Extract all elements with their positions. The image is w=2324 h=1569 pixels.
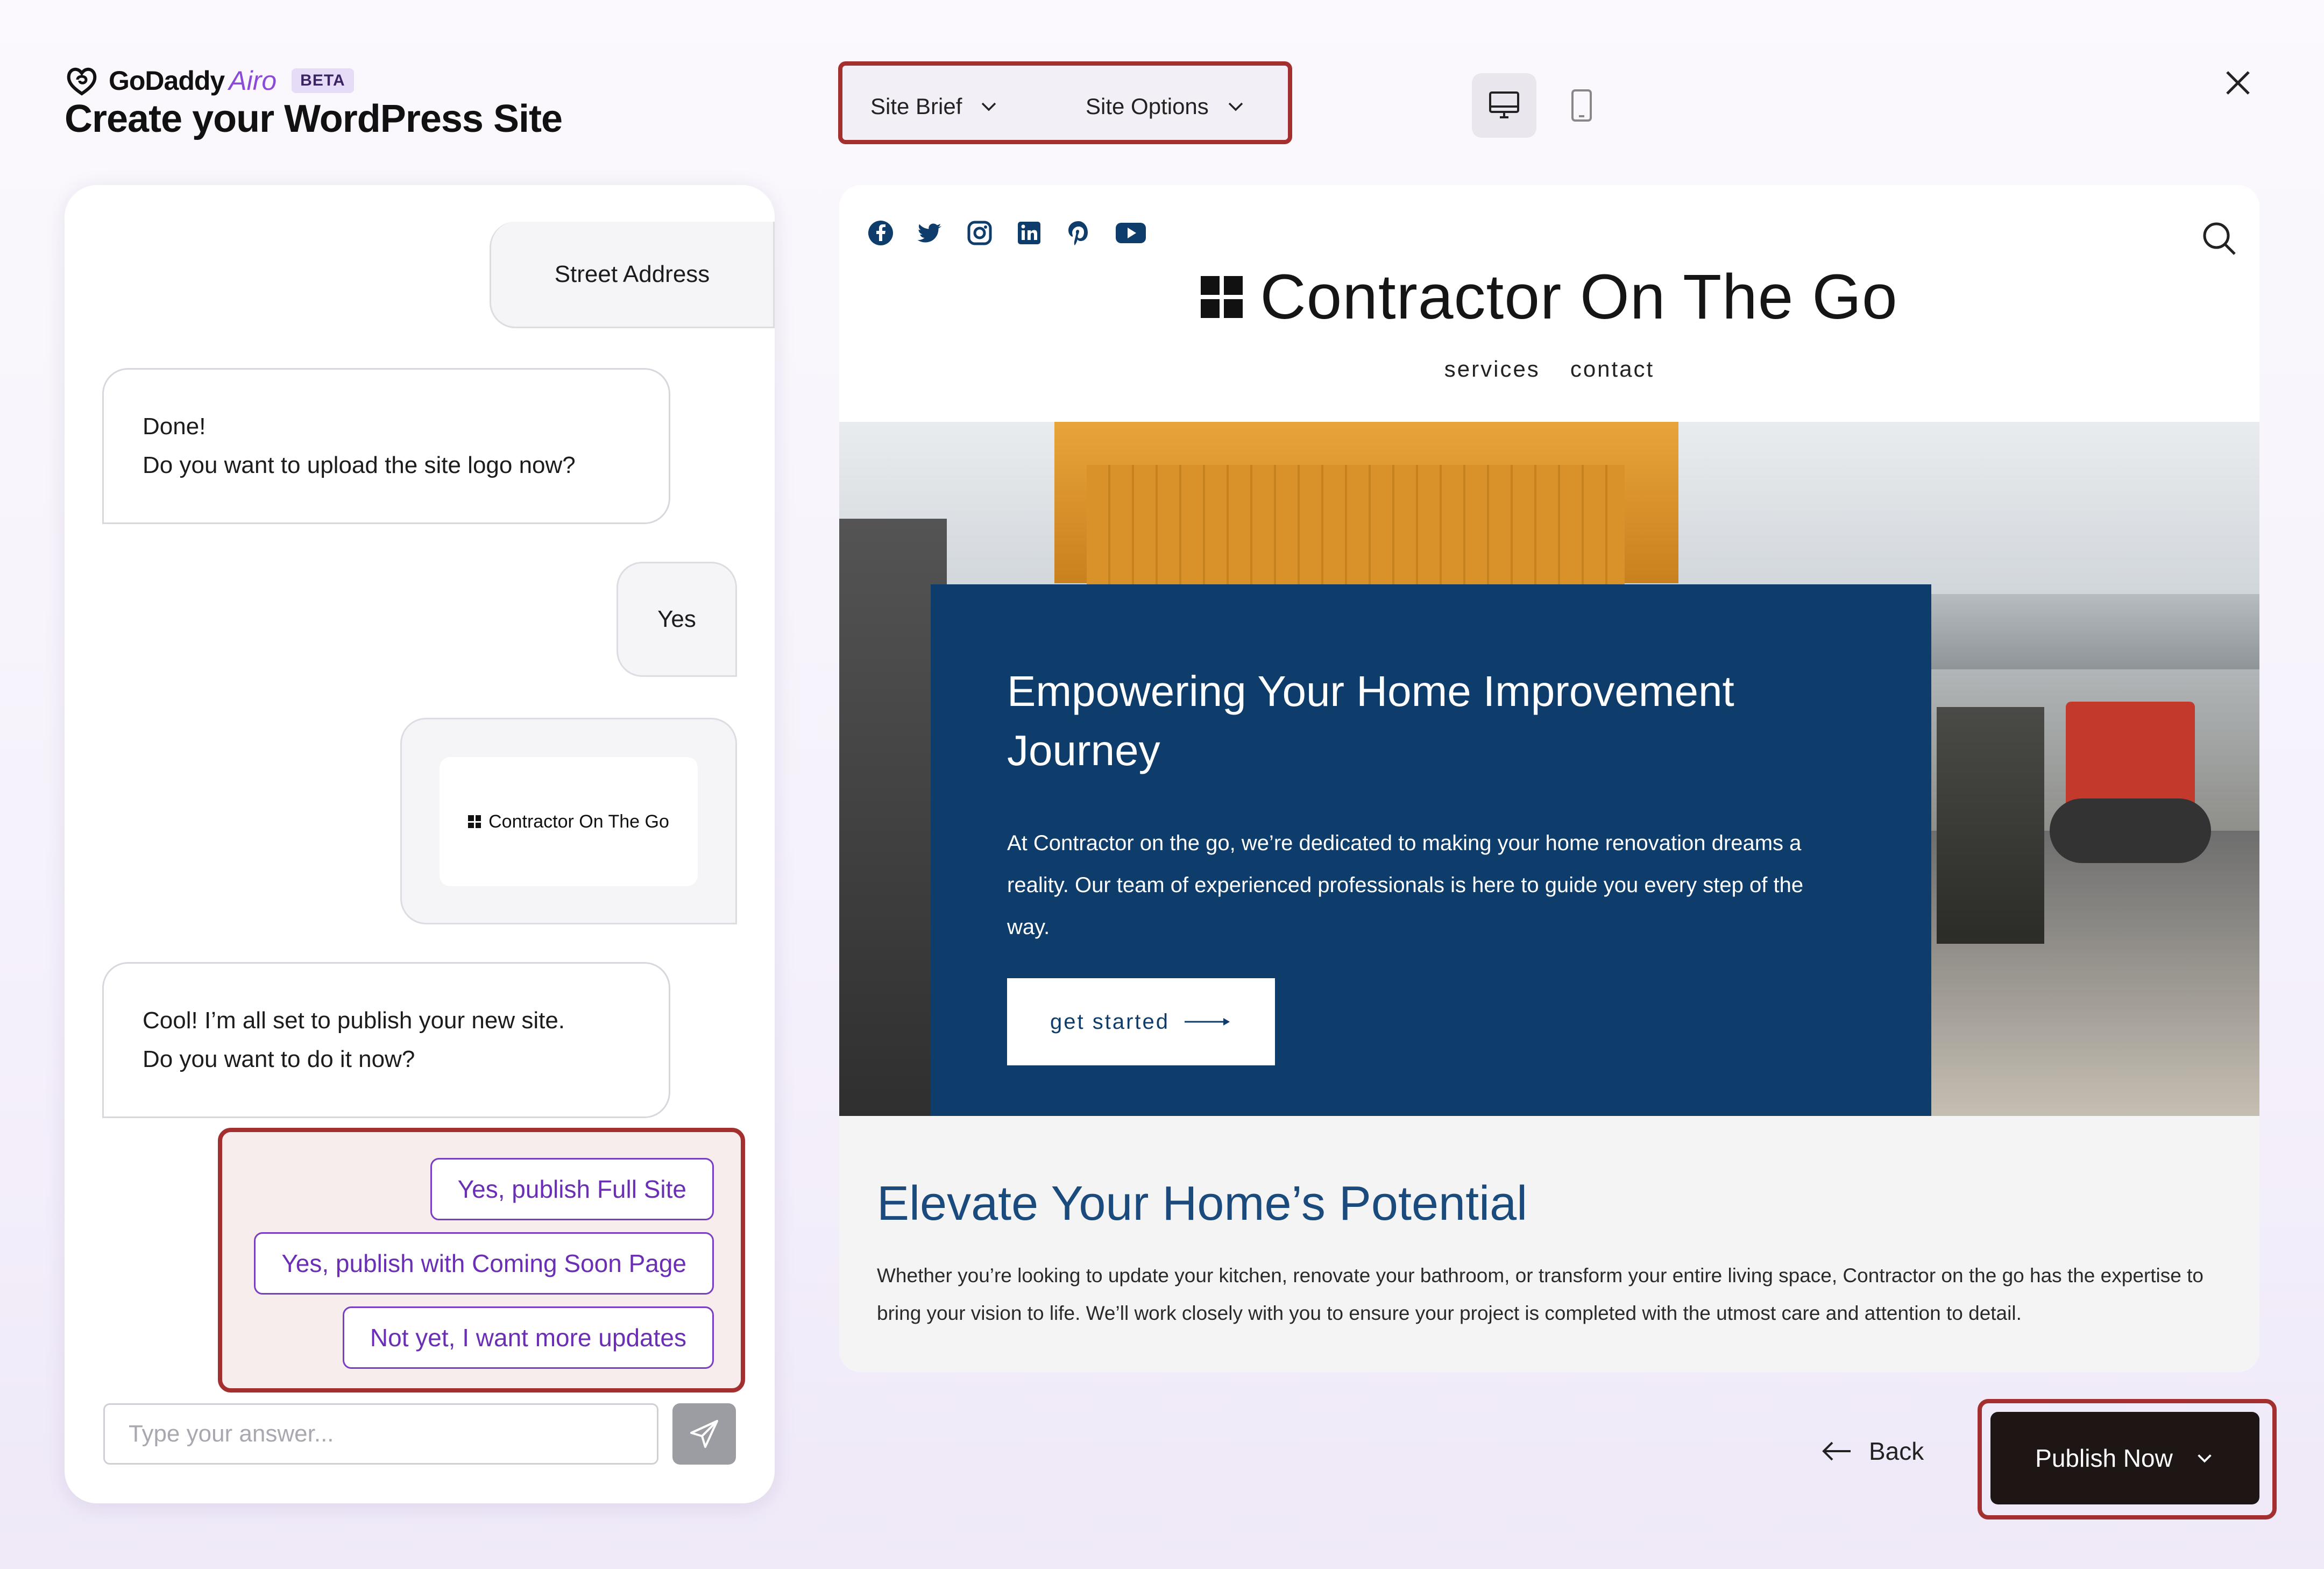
chat-message-bot: Done! Do you want to upload the site log… [102, 368, 670, 524]
section-body: Whether you’re looking to update your ki… [877, 1264, 2203, 1324]
site-options-dropdown[interactable]: Site Options [1086, 94, 1246, 119]
hero-card: Empowering Your Home Improvement Journey… [931, 584, 1931, 1116]
message-text: Done! [143, 413, 206, 440]
back-label: Back [1869, 1437, 1924, 1465]
arrow-right-icon [1185, 1018, 1230, 1026]
chevron-down-icon [1228, 102, 1243, 111]
message-text: Yes [657, 606, 696, 632]
instagram-icon[interactable] [966, 220, 993, 246]
send-button[interactable] [672, 1403, 736, 1465]
site-preview: Contractor On The Go services contact Em… [839, 185, 2259, 1372]
chat-message-user: Street Address [490, 222, 775, 328]
section-elevate: Elevate Your Home’s Potential Whether yo… [839, 1116, 2259, 1372]
site-dropdowns-highlight: Site Brief Site Options [838, 61, 1292, 144]
social-icons [867, 220, 1147, 246]
not-yet-option[interactable]: Not yet, I want more updates [342, 1306, 714, 1369]
site-title: Contractor On The Go [1260, 262, 1898, 333]
pinterest-icon[interactable] [1065, 220, 1092, 246]
chat-message-logo-upload: Contractor On The Go [400, 718, 737, 924]
message-text: Street Address [554, 260, 710, 287]
publish-coming-soon-option[interactable]: Yes, publish with Coming Soon Page [254, 1232, 714, 1295]
hero-photo-machine-panel [1087, 465, 1625, 589]
chevron-down-icon [2198, 1454, 2212, 1463]
hero-photo-roller-drum [2050, 798, 2211, 863]
chevron-down-icon [982, 102, 996, 111]
site-options-label: Site Options [1086, 94, 1209, 119]
beta-badge: BETA [292, 68, 354, 93]
get-started-label: get started [1050, 1009, 1170, 1034]
message-text: Cool! I’m all set to publish your new si… [143, 1007, 565, 1034]
site-logo-icon [1201, 276, 1243, 318]
nav-link-services[interactable]: services [1444, 356, 1540, 382]
send-icon [690, 1420, 718, 1448]
logo-text: Contractor On The Go [488, 811, 669, 832]
facebook-icon[interactable] [867, 220, 894, 246]
desktop-view-button[interactable] [1472, 73, 1536, 138]
brand-name: GoDaddy [109, 66, 225, 96]
section-heading: Elevate Your Home’s Potential [877, 1177, 1528, 1231]
site-brief-dropdown[interactable]: Site Brief [870, 94, 1000, 119]
chat-message-user: Yes [617, 562, 737, 677]
hero-heading: Empowering Your Home Improvement Journey [1007, 667, 1734, 774]
arrow-left-icon [1822, 1441, 1851, 1461]
chat-panel: Street Address Done! Do you want to uplo… [65, 185, 775, 1503]
site-header-title: Contractor On The Go [839, 260, 2259, 334]
chat-message-bot: Cool! I’m all set to publish your new si… [102, 962, 670, 1118]
uploaded-logo-preview: Contractor On The Go [440, 757, 698, 886]
close-icon [2226, 71, 2250, 95]
hero-photo-bridge [1926, 594, 2259, 669]
godaddy-logo-icon [67, 67, 97, 96]
brand-product: Airo [229, 66, 277, 96]
message-text: Do you want to upload the site logo now? [143, 452, 576, 478]
youtube-icon[interactable] [1115, 220, 1147, 246]
site-brief-label: Site Brief [870, 94, 962, 119]
hero-body: At Contractor on the go, we’re dedicated… [1007, 831, 1804, 939]
publish-full-site-option[interactable]: Yes, publish Full Site [430, 1158, 714, 1220]
publish-options-highlight: Yes, publish Full Site Yes, publish with… [218, 1128, 745, 1393]
hero-photo-paver [1937, 707, 2044, 944]
page-title: Create your WordPress Site [65, 97, 563, 140]
publish-label: Publish Now [2035, 1444, 2173, 1472]
linkedin-icon[interactable] [1016, 220, 1043, 246]
search-icon[interactable] [2200, 220, 2238, 257]
close-button[interactable] [2216, 61, 2259, 104]
get-started-button[interactable]: get started [1007, 978, 1275, 1065]
mobile-icon [1571, 89, 1592, 122]
brand-logo-row: GoDaddy Airo BETA [65, 63, 354, 98]
hero-section: Empowering Your Home Improvement Journey… [839, 422, 2259, 1116]
twitter-icon[interactable] [917, 220, 944, 246]
logo-grid-icon [468, 815, 481, 828]
nav-link-contact[interactable]: contact [1570, 356, 1654, 382]
back-button[interactable]: Back [1820, 1437, 1924, 1466]
desktop-icon [1489, 91, 1519, 118]
message-text: Do you want to do it now? [143, 1046, 415, 1072]
mobile-view-button[interactable] [1549, 73, 1614, 138]
answer-input[interactable] [103, 1403, 658, 1465]
site-nav: services contact [839, 356, 2259, 382]
publish-now-button[interactable]: Publish Now [1990, 1412, 2259, 1504]
